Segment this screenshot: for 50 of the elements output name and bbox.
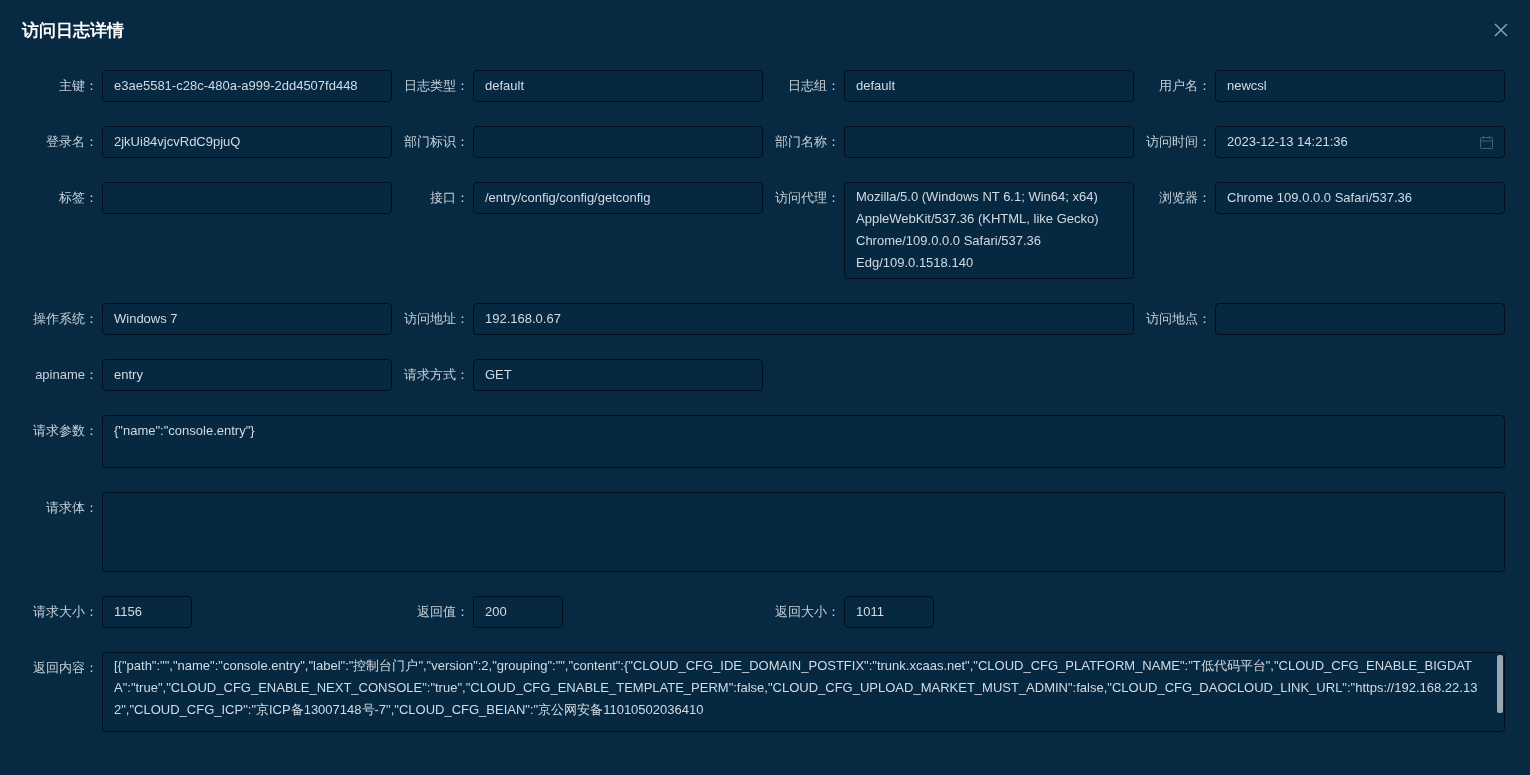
field-label: apiname： bbox=[34, 366, 98, 384]
field-label: 浏览器： bbox=[1158, 189, 1211, 207]
field-label: 部门名称： bbox=[774, 133, 840, 151]
input-field[interactable]: 1011 bbox=[844, 596, 934, 628]
input-field[interactable] bbox=[844, 126, 1134, 158]
field-label: 日志类型： bbox=[403, 77, 469, 95]
input-field[interactable]: /entry/config/config/getconfig bbox=[473, 182, 763, 214]
field-label: 访问地点： bbox=[1145, 310, 1211, 328]
field-label: 用户名： bbox=[1158, 77, 1211, 95]
field-label: 返回内容： bbox=[32, 659, 98, 677]
field-label: 返回值： bbox=[416, 603, 469, 621]
dialog-title: 访问日志详情 bbox=[22, 19, 124, 42]
field-label: 返回大小： bbox=[774, 603, 840, 621]
input-field[interactable]: Chrome 109.0.0.0 Safari/537.36 bbox=[1215, 182, 1505, 214]
field-label: 主键： bbox=[58, 77, 98, 95]
field-label: 登录名： bbox=[45, 133, 98, 151]
date-field[interactable]: 2023-12-13 14:21:36 bbox=[1215, 126, 1505, 158]
field-label: 接口： bbox=[429, 189, 469, 207]
field-label: 请求体： bbox=[45, 499, 98, 517]
input-field[interactable]: default bbox=[844, 70, 1134, 102]
text-area[interactable]: [{"path":"","name":"console.entry","label":"控制台门户","version":2,"grouping":"","content":{"CLOUD_CFG_IDE_DOMAIN_POSTFIX":"trunk.xcaas.net","CLOUD_CFG_PLATFORM_NAME":"T低代码平台","CLOUD_CFG_ENABLE_BIGDATA":"true","CLOUD_CFG_ENABLE_NEXT_CONSOLE":"true","CLOUD_CFG_ENABLE_TEMPLATE_PERM":false,"CLOUD_CFG_UPLOAD_MARKET_MUST_ADMIN":false,"CLOUD_CFG_DAOCLOUD_LINK_URL":"https://192.168.22.132","CLOUD_CFG_ICP":"京ICP备13007148号-7","CLOUD_CFG_BEIAN":"京公网安备11010502036410 bbox=[102, 652, 1505, 732]
input-field[interactable]: default bbox=[473, 70, 763, 102]
input-field[interactable]: 2jkUi84vjcvRdC9pjuQ bbox=[102, 126, 392, 158]
field-label: 操作系统： bbox=[32, 310, 98, 328]
field-label: 请求参数： bbox=[32, 422, 98, 440]
scrollbar[interactable] bbox=[1497, 655, 1503, 713]
input-field[interactable] bbox=[473, 126, 763, 158]
input-field[interactable]: entry bbox=[102, 359, 392, 391]
text-area[interactable]: {"name":"console.entry"} bbox=[102, 415, 1505, 468]
field-label: 标签： bbox=[58, 189, 98, 207]
input-field[interactable]: 192.168.0.67 bbox=[473, 303, 1134, 335]
input-field[interactable]: e3ae5581-c28c-480a-a999-2dd4507fd448 bbox=[102, 70, 392, 102]
input-field[interactable] bbox=[102, 182, 392, 214]
field-label: 部门标识： bbox=[403, 133, 469, 151]
input-field[interactable] bbox=[1215, 303, 1505, 335]
close-icon[interactable] bbox=[1494, 23, 1508, 37]
field-label: 日志组： bbox=[787, 77, 840, 95]
input-field[interactable]: 200 bbox=[473, 596, 563, 628]
input-field[interactable]: Windows 7 bbox=[102, 303, 392, 335]
input-field[interactable]: 1156 bbox=[102, 596, 192, 628]
field-label: 访问地址： bbox=[403, 310, 469, 328]
input-field[interactable]: GET bbox=[473, 359, 763, 391]
text-area[interactable] bbox=[102, 492, 1505, 572]
field-label: 访问时间： bbox=[1145, 133, 1211, 151]
field-label: 请求大小： bbox=[32, 603, 98, 621]
calendar-icon bbox=[1480, 135, 1493, 149]
input-field[interactable]: newcsl bbox=[1215, 70, 1505, 102]
input-field[interactable]: Mozilla/5.0 (Windows NT 6.1; Win64; x64) AppleWebKit/537.36 (KHTML, like Gecko) Chrome/109.0.0.0 Safari/537.36 Edg/109.0.1518.140 bbox=[844, 182, 1134, 279]
field-label: 请求方式： bbox=[403, 366, 469, 384]
field-label: 访问代理： bbox=[774, 189, 840, 207]
